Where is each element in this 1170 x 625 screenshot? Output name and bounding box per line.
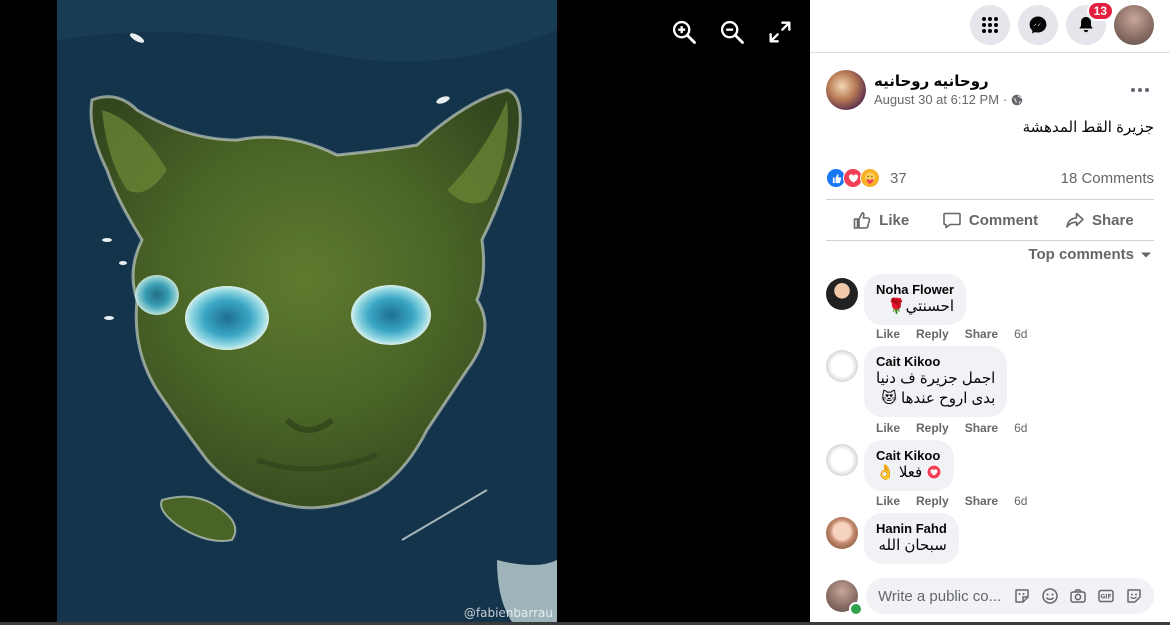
comment-count[interactable]: 18 Comments (1061, 170, 1154, 187)
comment-reply-link[interactable]: Reply (916, 421, 949, 435)
comment-actions: Like Reply Share (876, 567, 998, 568)
globe-icon (1011, 94, 1023, 106)
svg-text:GIF: GIF (1100, 594, 1111, 601)
fullscreen-icon[interactable] (766, 18, 794, 46)
comment-item: Cait Kikoo فعلا 👌 Like Reply Share 6d (826, 440, 1154, 510)
comment-bubble: Cait Kikoo اجمل جزيرة ف دنيا بدى اروح عن… (864, 346, 1008, 417)
comment-actions: Like Reply Share 6d (876, 494, 1027, 508)
account-avatar[interactable] (1114, 5, 1154, 45)
share-icon (1066, 212, 1084, 228)
notification-badge: 13 (1086, 1, 1114, 21)
post-header: روحانيه روحانيه August 30 at 6:12 PM · (826, 70, 1154, 114)
heart-reaction-icon (926, 464, 942, 480)
like-button[interactable]: Like (826, 200, 935, 240)
comment-filter-dropdown[interactable]: Top comments (1028, 246, 1152, 263)
comment-share-link[interactable]: Share (965, 421, 998, 435)
comment-bubble: Cait Kikoo فعلا 👌 (864, 440, 955, 491)
post-side-panel: 13 روحانيه روحانيه August 30 at 6:12 PM … (810, 0, 1170, 625)
commenter-name[interactable]: Hanin Fahd (876, 521, 947, 536)
comment-reply-link[interactable]: Reply (916, 327, 949, 341)
avatar-sticker-icon[interactable] (1124, 586, 1144, 606)
comment-bubble: Noha Flower احسنتي🌹 (864, 274, 967, 325)
reaction-count[interactable]: 37 (890, 170, 907, 187)
emoji-icon[interactable] (1040, 586, 1060, 606)
reaction-icons[interactable] (826, 168, 880, 188)
comment-item: Noha Flower احسنتي🌹 Like Reply Share 6d (826, 274, 1154, 344)
top-bar: 13 (810, 0, 1170, 53)
commenter-avatar[interactable] (826, 278, 858, 310)
online-status-dot (849, 602, 863, 616)
comment-like-link[interactable]: Like (876, 567, 900, 568)
comment-like-link[interactable]: Like (876, 421, 900, 435)
comment-text: اجمل جزيرة ف دنيا (876, 370, 996, 387)
comment-filter-label: Top comments (1028, 246, 1134, 263)
zoom-in-icon[interactable] (670, 18, 698, 46)
post-text: جزيرة القط المدهشة (1022, 119, 1154, 136)
share-button[interactable]: Share (1045, 200, 1154, 240)
zoom-out-icon[interactable] (718, 18, 746, 46)
photo-viewer: @fabienbarrau (0, 0, 810, 625)
post-photo[interactable]: @fabienbarrau (57, 0, 557, 622)
more-dots-icon (1131, 88, 1149, 92)
comment-item: Hanin Fahd سبحان الله Like Reply Share (826, 513, 1154, 568)
messenger-button[interactable] (1018, 5, 1058, 45)
more-options-button[interactable] (1126, 76, 1154, 104)
comment-reply-link[interactable]: Reply (916, 567, 949, 568)
comments-list: Noha Flower احسنتي🌹 Like Reply Share 6d … (826, 270, 1154, 568)
like-label: Like (879, 211, 910, 229)
comment-input[interactable] (878, 578, 1008, 614)
camera-icon[interactable] (1068, 586, 1088, 606)
comment-share-link[interactable]: Share (965, 327, 998, 341)
comment-bubble: Hanin Fahd سبحان الله (864, 513, 959, 564)
menu-grid-icon (982, 17, 998, 33)
post-timestamp[interactable]: August 30 at 6:12 PM (874, 92, 999, 107)
commenter-avatar[interactable] (826, 444, 858, 476)
comment-text: سبحان الله (878, 537, 947, 554)
menu-grid-button[interactable] (970, 5, 1010, 45)
comment-input-box: GIF (866, 578, 1154, 614)
comment-share-link[interactable]: Share (965, 567, 998, 568)
author-name[interactable]: روحانيه روحانيه (874, 72, 989, 90)
comment-label: Comment (968, 211, 1039, 229)
comment-button[interactable]: Comment (935, 200, 1044, 240)
comment-item: Cait Kikoo اجمل جزيرة ف دنيا بدى اروح عن… (826, 346, 1154, 436)
commenter-name[interactable]: Cait Kikoo (876, 354, 995, 369)
comment-text: احسنتي🌹 (886, 298, 955, 315)
sticker-icon[interactable] (1012, 586, 1032, 606)
comment-time[interactable]: 6d (1014, 494, 1027, 508)
photo-credit: @fabienbarrau (463, 606, 553, 620)
care-icon (860, 168, 880, 188)
reactions-summary: 37 18 Comments (826, 166, 1154, 190)
comment-text: فعلا 👌 (876, 463, 942, 483)
author-avatar[interactable] (826, 70, 866, 110)
comment-share-link[interactable]: Share (965, 494, 998, 508)
messenger-icon (1029, 16, 1047, 34)
comment-actions: Like Reply Share 6d (876, 421, 1027, 435)
commenter-name[interactable]: Noha Flower (876, 282, 954, 297)
post-meta: August 30 at 6:12 PM · (874, 92, 1023, 107)
share-label: Share (1091, 211, 1134, 229)
comment-time[interactable]: 6d (1014, 421, 1027, 435)
gif-icon[interactable]: GIF (1096, 586, 1116, 606)
comment-text-line-2: بدى اروح عندها 😻 (881, 390, 996, 407)
cat-island-image (57, 0, 557, 622)
commenter-avatar[interactable] (826, 350, 858, 382)
chevron-down-icon (1141, 252, 1151, 257)
commenter-avatar[interactable] (826, 517, 858, 549)
comment-time[interactable]: 6d (1014, 327, 1027, 341)
notifications-button[interactable]: 13 (1066, 1, 1114, 45)
comment-composer: GIF (826, 578, 1154, 616)
comment-actions: Like Reply Share 6d (876, 327, 1027, 341)
post-actions: Like Comment Share (826, 199, 1154, 241)
comment-icon (943, 212, 961, 229)
comment-reply-link[interactable]: Reply (916, 494, 949, 508)
comment-like-link[interactable]: Like (876, 494, 900, 508)
thumbs-up-icon (853, 212, 871, 229)
commenter-name[interactable]: Cait Kikoo (876, 448, 942, 463)
comment-like-link[interactable]: Like (876, 327, 900, 341)
